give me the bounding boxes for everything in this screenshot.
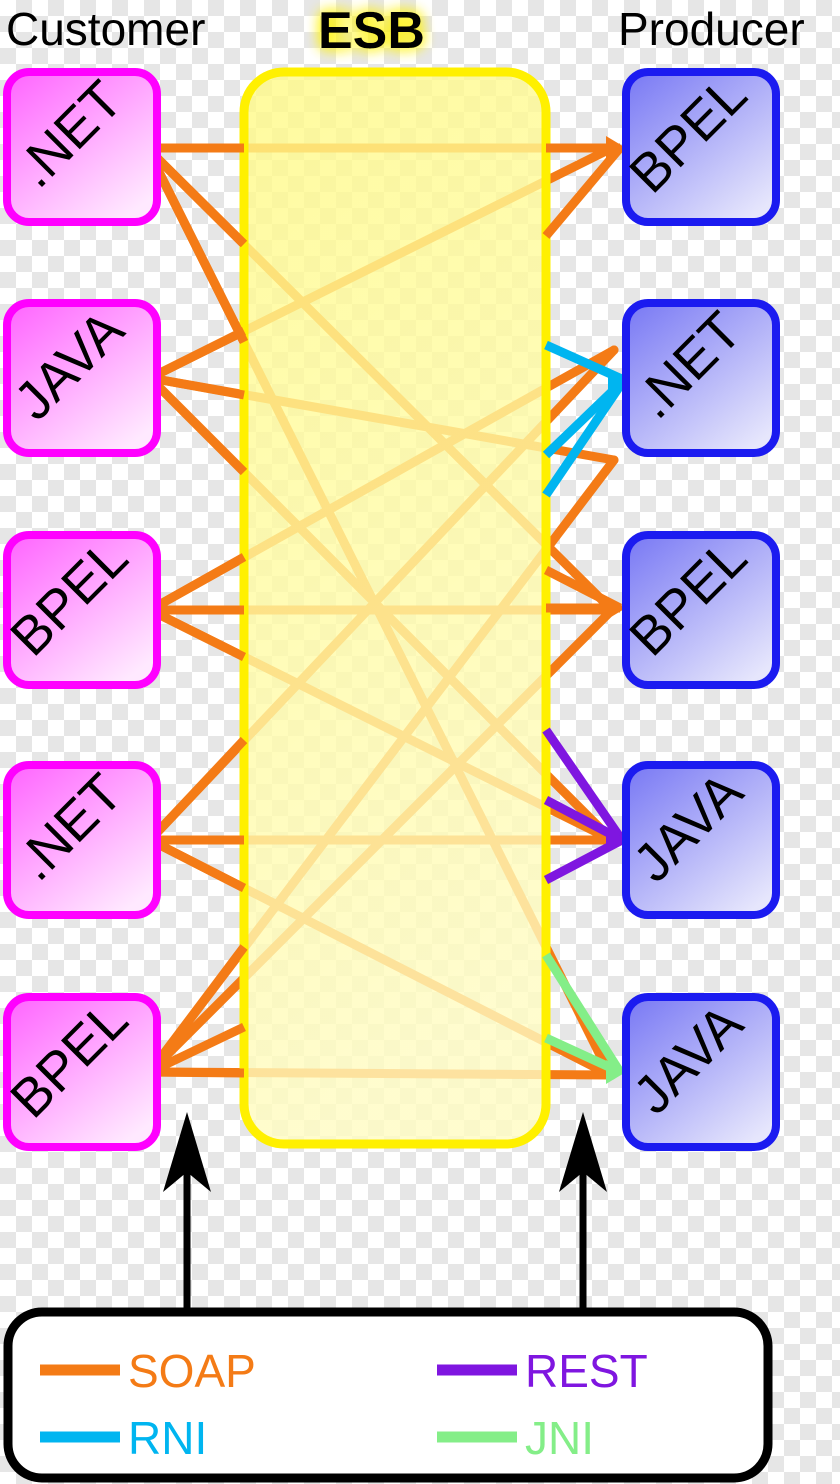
node-prod-java-1[interactable]: JAVA (622, 761, 780, 919)
node-cust-net-1[interactable]: .NET (3, 68, 161, 226)
legend-label-jni: JNI (525, 1412, 594, 1464)
legend-label-soap: SOAP (128, 1345, 256, 1397)
node-cust-bpel-1[interactable]: BPEL (0, 527, 161, 689)
node-cust-net-2[interactable]: .NET (3, 761, 161, 919)
producer-column: BPEL .NET BPEL JAVA JAVA (618, 64, 780, 1151)
node-prod-bpel-1[interactable]: BPEL (618, 64, 780, 226)
node-prod-net-1[interactable]: .NET (622, 299, 780, 457)
customer-column: .NET JAVA BPEL .NET BPEL (0, 68, 161, 1151)
legend-panel: SOAP REST RNI JNI (3, 1307, 773, 1483)
node-prod-java-2[interactable]: JAVA (622, 993, 780, 1151)
node-prod-bpel-2[interactable]: BPEL (618, 527, 780, 689)
legend-label-rni: RNI (128, 1412, 207, 1464)
esb-architecture-diagram: Customer ESB Producer .NET JAVA BPEL .NE… (0, 0, 840, 1484)
esb-panel (239, 67, 551, 1149)
legend-label-rest: REST (525, 1345, 648, 1397)
header-customer: Customer (6, 3, 205, 55)
node-cust-bpel-2[interactable]: BPEL (0, 989, 161, 1151)
legend-pointer-arrows (183, 1138, 587, 1312)
node-cust-java-1[interactable]: JAVA (3, 299, 161, 457)
header-producer: Producer (618, 3, 805, 55)
header-esb: ESB (318, 2, 425, 60)
